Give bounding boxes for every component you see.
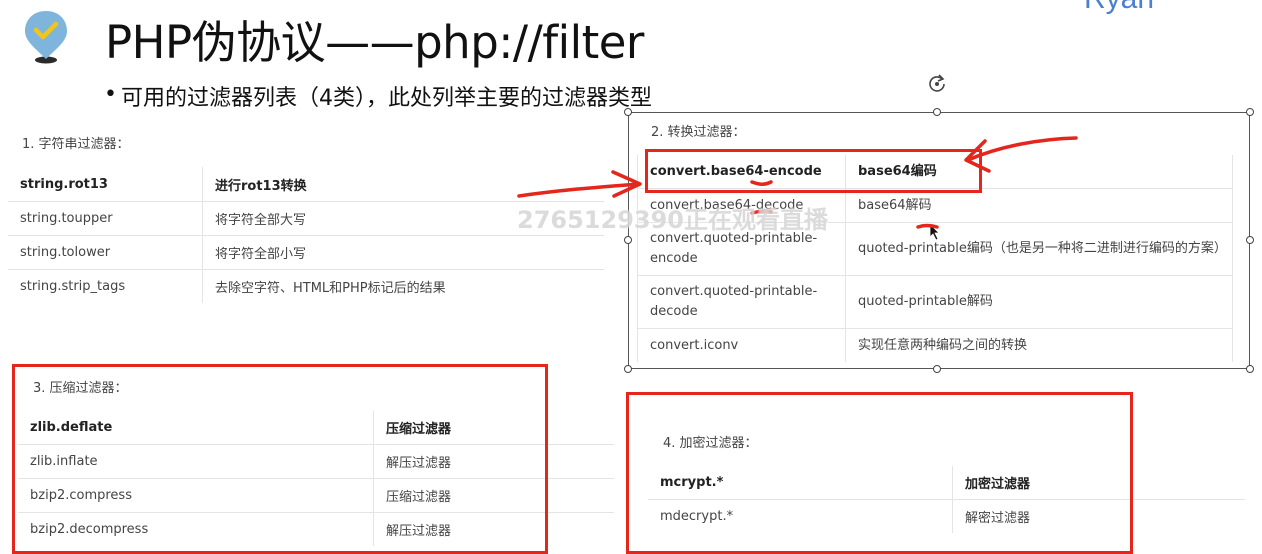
resize-handle-top-right[interactable] <box>1246 108 1254 116</box>
stream-watermark: 2765129390正在观看直播 <box>517 206 828 234</box>
filter-desc-cell: 去除空字符、HTML和PHP标记后的结果 <box>202 269 604 303</box>
location-pin-check-icon <box>25 11 67 64</box>
resize-handle-right[interactable] <box>1246 236 1254 244</box>
annotation-box-encrypt <box>626 392 1133 554</box>
table-row: string.toupper 将字符全部大写 <box>8 201 604 236</box>
filter-desc-cell: 将字符全部小写 <box>202 235 604 270</box>
annotation-box-base64-encode <box>645 149 982 193</box>
annotation-box-compress <box>12 364 548 554</box>
table-row: string.rot13 进行rot13转换 <box>8 167 604 202</box>
filter-name-cell: string.toupper <box>8 201 203 236</box>
rotate-handle-icon[interactable] <box>927 73 947 95</box>
resize-handle-top[interactable] <box>933 108 941 116</box>
filter-name-cell: string.strip_tags <box>8 269 203 303</box>
resize-handle-bottom[interactable] <box>933 365 941 373</box>
author-name: Ryan <box>1084 0 1154 16</box>
filter-name-cell: string.rot13 <box>20 176 108 192</box>
subtitle-bullet: • <box>104 82 117 107</box>
table-row: string.strip_tags 去除空字符、HTML和PHP标记后的结果 <box>8 269 604 303</box>
section-title-string: 1. 字符串过滤器： <box>22 137 130 152</box>
mouse-pointer-icon <box>929 223 940 241</box>
filter-name-cell: string.tolower <box>8 235 203 270</box>
resize-handle-bottom-right[interactable] <box>1246 365 1254 373</box>
slide-title: PHP伪协议——php://filter <box>105 16 644 69</box>
filter-desc-cell: 进行rot13转换 <box>202 167 604 202</box>
resize-handle-left[interactable] <box>624 236 632 244</box>
resize-handle-bottom-left[interactable] <box>624 365 632 373</box>
string-filter-table: string.rot13 进行rot13转换 string.toupper 将字… <box>8 167 604 303</box>
resize-handle-top-left[interactable] <box>624 108 632 116</box>
table-row: string.tolower 将字符全部小写 <box>8 235 604 270</box>
subtitle: 可用的过滤器列表（4类），此处列举主要的过滤器类型 <box>121 86 652 111</box>
